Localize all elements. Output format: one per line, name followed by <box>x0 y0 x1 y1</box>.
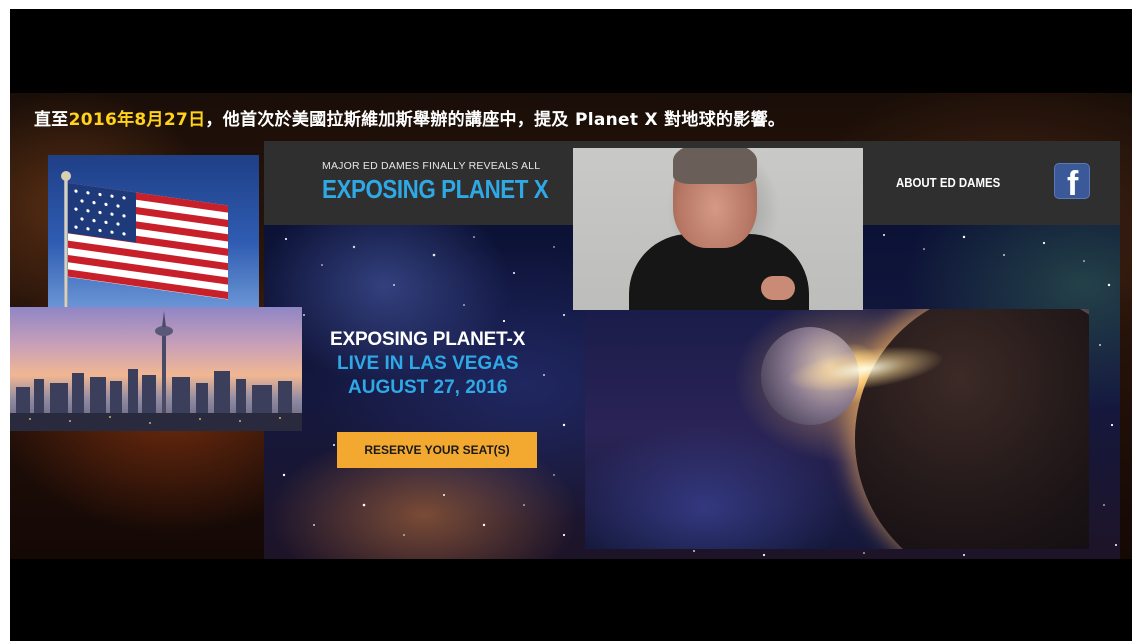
facebook-glyph: f <box>1067 165 1079 199</box>
hero-location: LIVE IN LAS VEGAS <box>337 353 519 374</box>
us-flag-icon <box>68 183 228 300</box>
skyline-silhouette <box>10 311 302 431</box>
headline-suffix: ，他首次於美國拉斯維加斯舉辦的講座中，提及 Planet X 對地球的影響。 <box>205 110 786 130</box>
hero-title: EXPOSING PLANET-X <box>330 329 526 350</box>
planet-x-image <box>585 309 1089 549</box>
headline-date: 2016年8月27日 <box>68 110 206 130</box>
headline-prefix: 直至 <box>34 110 69 130</box>
las-vegas-skyline-photo <box>10 307 302 431</box>
nav-about-link[interactable]: ABOUT ED DAMES <box>896 175 1000 190</box>
reserve-seats-button[interactable]: RESERVE YOUR SEAT(S) <box>337 432 537 468</box>
speaker-hand <box>761 276 795 300</box>
us-flag-photo <box>48 155 259 313</box>
facebook-icon[interactable]: f <box>1054 163 1090 199</box>
video-frame: 直至2016年8月27日，他首次於美國拉斯維加斯舉辦的講座中，提及 Planet… <box>10 9 1132 641</box>
brand-title[interactable]: EXPOSING PLANET X <box>322 174 549 205</box>
speaker-hair <box>673 148 757 184</box>
headline-caption: 直至2016年8月27日，他首次於美國拉斯維加斯舉辦的講座中，提及 Planet… <box>34 105 785 130</box>
brand-tagline: MAJOR ED DAMES FINALLY REVEALS ALL <box>322 160 541 172</box>
speaker-photo <box>573 148 863 310</box>
hero-date: AUGUST 27, 2016 <box>348 377 508 398</box>
